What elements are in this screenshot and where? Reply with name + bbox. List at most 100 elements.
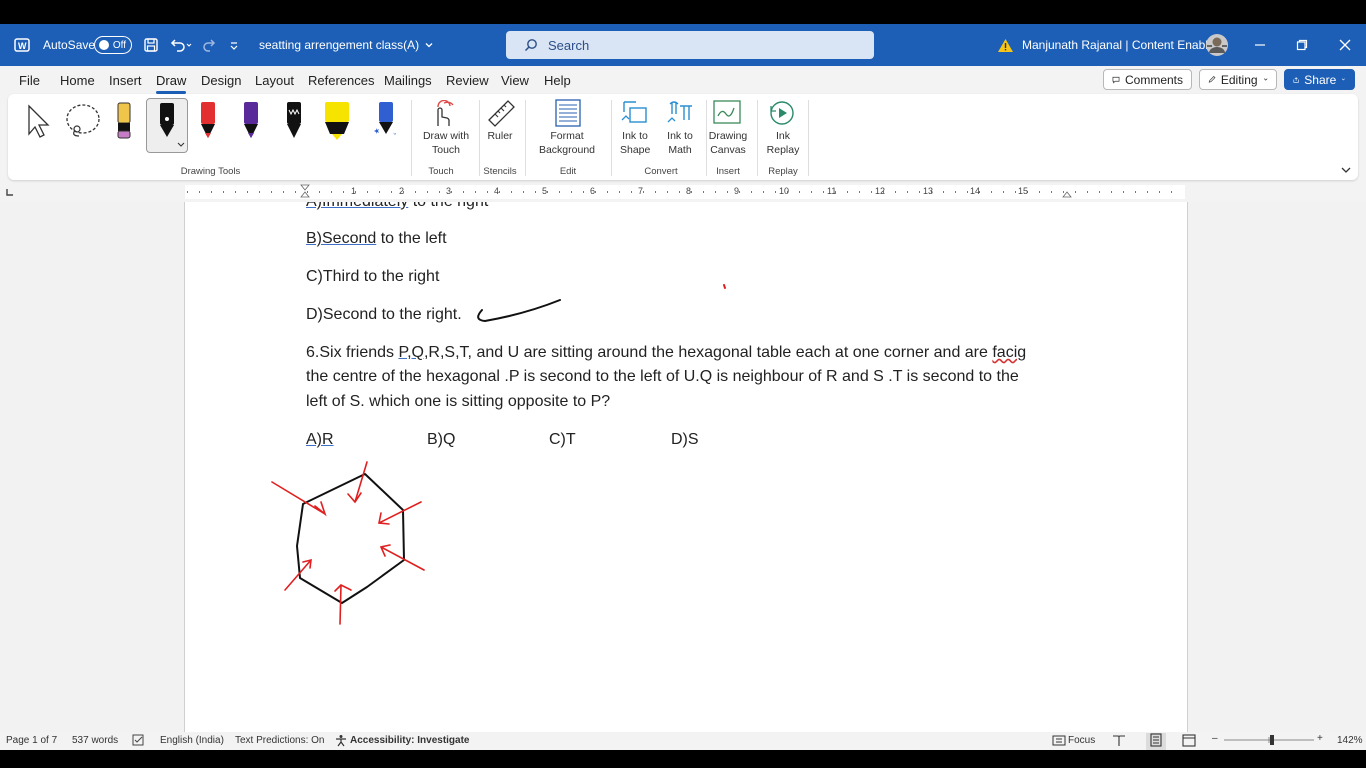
pen-blue-galaxy-icon[interactable] <box>373 100 399 147</box>
highlighter-yellow-icon[interactable] <box>322 100 352 147</box>
tab-layout[interactable]: Layout <box>255 73 294 88</box>
pen-black-selected[interactable] <box>146 98 188 153</box>
ink-replay-icon[interactable] <box>767 98 797 133</box>
ink-layer[interactable] <box>185 202 1189 732</box>
zoom-slider[interactable] <box>1224 734 1314 749</box>
menu-bar: File Home Insert Draw Design Layout Refe… <box>0 66 1366 94</box>
ruler-tick <box>799 191 800 193</box>
ink-to-shape-icon[interactable] <box>620 98 650 133</box>
ruler-tick <box>691 191 692 193</box>
ruler-tick <box>523 191 524 193</box>
web-layout-icon[interactable] <box>1182 734 1196 750</box>
focus-button[interactable]: Focus <box>1068 735 1095 746</box>
pen-red-icon[interactable] <box>197 100 219 147</box>
search-box[interactable]: Search <box>506 31 874 59</box>
drawing-canvas-icon[interactable] <box>712 98 742 133</box>
undo-icon[interactable] <box>168 24 192 66</box>
read-mode-icon[interactable] <box>1112 734 1126 750</box>
format-background-button[interactable]: Format Background <box>530 129 604 157</box>
editing-mode-button[interactable]: Editing <box>1199 69 1277 90</box>
page-count[interactable]: Page 1 of 7 <box>6 735 57 746</box>
tab-help[interactable]: Help <box>544 73 571 88</box>
drawing-canvas-button[interactable]: Drawing Canvas <box>707 129 749 157</box>
ruler-tick <box>1099 191 1100 193</box>
select-tool-icon[interactable] <box>24 102 52 145</box>
tab-review[interactable]: Review <box>446 73 489 88</box>
ink-to-shape-button[interactable]: Ink to Shape <box>620 129 650 157</box>
chevron-down-icon <box>1342 78 1346 81</box>
warning-icon[interactable] <box>997 24 1014 66</box>
draw-with-touch-button[interactable]: Draw with Touch <box>411 129 481 157</box>
ink-dot-red[interactable] <box>723 284 726 289</box>
zoom-in-icon[interactable]: + <box>1317 733 1323 744</box>
language[interactable]: English (India) <box>160 735 224 746</box>
tab-references[interactable]: References <box>308 73 374 88</box>
ruler-tick <box>571 191 572 193</box>
focus-icon[interactable] <box>1052 734 1066 750</box>
ruler-tick <box>763 191 764 193</box>
ink-stroke-black[interactable] <box>477 299 561 323</box>
close-icon[interactable] <box>1339 24 1351 66</box>
ribbon-panel: Drawing Tools Draw with Touch Touch Ruler… <box>8 94 1358 180</box>
horizontal-ruler[interactable]: 1 2 3 4 5 6 7 8 9 10 11 12 13 14 15 <box>0 184 1366 202</box>
accessibility-icon[interactable] <box>334 734 348 750</box>
document-area[interactable]: A)Immediately to the right B)Second to t… <box>0 202 1366 732</box>
ruler-tick <box>895 191 896 193</box>
ruler-tick <box>547 191 548 193</box>
ink-hexagon[interactable] <box>296 473 405 604</box>
comments-button[interactable]: Comments <box>1103 69 1192 90</box>
group-label-insert: Insert <box>716 166 740 177</box>
avatar[interactable] <box>1205 24 1229 66</box>
tab-insert[interactable]: Insert <box>109 73 142 88</box>
ruler-tick <box>631 191 632 193</box>
ruler-tick <box>811 191 812 193</box>
tab-design[interactable]: Design <box>201 73 241 88</box>
ruler-tick <box>235 191 236 193</box>
document-title[interactable]: seatting arrengement class(A) <box>259 24 435 66</box>
autosave-toggle[interactable]: Off <box>94 24 132 66</box>
ruler-tick <box>871 191 872 193</box>
tab-view[interactable]: View <box>501 73 529 88</box>
ruler-tick <box>1087 191 1088 193</box>
tab-home[interactable]: Home <box>60 73 95 88</box>
zoom-out-icon[interactable]: – <box>1212 733 1218 744</box>
share-button[interactable]: Share <box>1284 69 1355 90</box>
proofing-icon[interactable] <box>132 734 146 749</box>
ruler-tick <box>715 191 716 193</box>
redo-icon[interactable] <box>202 24 218 66</box>
word-count[interactable]: 537 words <box>72 735 118 746</box>
document-page[interactable]: A)Immediately to the right B)Second to t… <box>184 202 1188 732</box>
zoom-level[interactable]: 142% <box>1337 735 1363 746</box>
ink-to-math-button[interactable]: Ink to Math <box>664 129 696 157</box>
ruler-tick <box>643 191 644 193</box>
ruler-tick <box>1123 191 1124 193</box>
lasso-select-icon[interactable] <box>63 102 103 145</box>
tab-draw[interactable]: Draw <box>156 73 187 94</box>
save-icon[interactable] <box>143 24 159 66</box>
pen-purple-icon[interactable] <box>240 100 262 147</box>
tab-file[interactable]: File <box>19 73 40 88</box>
ink-replay-button[interactable]: Ink Replay <box>765 129 801 157</box>
minimize-icon[interactable] <box>1254 24 1266 66</box>
ruler-tick <box>655 191 656 193</box>
tab-mailings[interactable]: Mailings <box>384 73 432 88</box>
eraser-icon[interactable] <box>113 100 135 145</box>
text-predictions[interactable]: Text Predictions: On <box>235 735 324 746</box>
print-layout-icon[interactable] <box>1146 733 1166 750</box>
ruler-tick <box>967 191 968 193</box>
ink-to-math-icon[interactable] <box>666 98 696 133</box>
accessibility-status[interactable]: Accessibility: Investigate <box>350 735 470 746</box>
ruler-button[interactable]: Ruler <box>482 129 518 143</box>
ruler-tick <box>775 191 776 193</box>
ruler-tick <box>823 191 824 193</box>
ruler-tick <box>463 191 464 193</box>
restore-icon[interactable] <box>1296 24 1308 66</box>
pen-black-galaxy-icon[interactable] <box>283 100 305 147</box>
ruler-tick <box>955 191 956 193</box>
customize-qat-icon[interactable] <box>229 24 239 66</box>
ruler-number: 15 <box>1018 186 1029 196</box>
format-background-icon[interactable] <box>554 98 582 133</box>
user-name[interactable]: Manjunath Rajanal | Content Enablers <box>1022 24 1225 66</box>
ruler-tick <box>499 191 500 193</box>
collapse-ribbon-icon[interactable] <box>1340 162 1352 180</box>
